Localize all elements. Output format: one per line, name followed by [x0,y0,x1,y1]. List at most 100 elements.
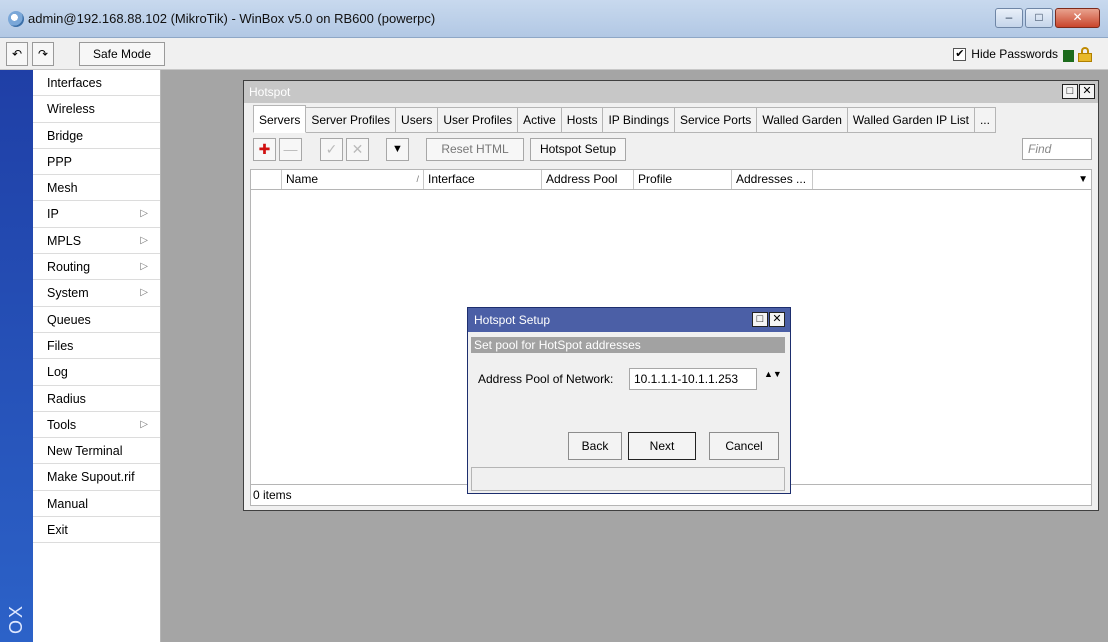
hotspot-titlebar[interactable]: Hotspot □ ✕ [244,81,1098,103]
menu-item-label: System [47,286,89,301]
close-icon: ✕ [772,313,782,325]
back-button[interactable]: Back [568,432,622,460]
lock-icon [1078,47,1092,62]
cross-icon: ✕ [351,141,364,157]
menu-item-label: New Terminal [47,444,123,459]
address-pool-input[interactable]: 10.1.1.1-10.1.1.253 [629,368,757,390]
table-header: Name / Interface Address Pool Profile Ad… [251,170,1091,190]
menu-item-ip[interactable]: IP ▷ [33,201,160,228]
column-header-name[interactable]: Name / [282,170,424,189]
hotspot-tabs: Servers Server Profiles Users User Profiles… [253,105,996,133]
menu-item-queues[interactable]: Queues [33,307,160,333]
hotspot-close-button[interactable]: ✕ [1079,84,1095,99]
dialog-close-button[interactable]: ✕ [769,312,785,327]
hide-passwords-toggle[interactable]: ✔ Hide Passwords [953,47,1058,61]
column-header-name-label: Name [286,172,319,186]
minimize-icon: – [1005,10,1013,24]
minus-icon: — [283,141,298,157]
menu-item-bridge[interactable]: Bridge [33,123,160,149]
menu-item-label: Exit [47,523,68,538]
redo-icon: ↷ [37,47,49,61]
tab-server-profiles[interactable]: Server Profiles [306,107,397,133]
tab-servers[interactable]: Servers [253,105,307,133]
window-title: admin@192.168.88.102 (MikroTik) - WinBox… [28,11,436,26]
menu-item-interfaces[interactable]: Interfaces [33,70,160,97]
tab-ip-bindings[interactable]: IP Bindings [603,107,675,133]
menu-item-ppp[interactable]: PPP [33,149,160,176]
hide-passwords-checkbox[interactable]: ✔ [953,47,967,61]
maximize-button[interactable]: □ [1025,8,1053,28]
maximize-icon: □ [756,313,764,325]
disable-button[interactable]: ✕ [346,138,369,161]
hotspot-toolbar: ✚ — ✓ ✕ ▼ Reset HTML Hotspot Setup Find [250,138,1092,164]
tab-walled-garden[interactable]: Walled Garden [757,107,848,133]
menu-item-label: Bridge [47,128,84,143]
close-button[interactable]: ✕ [1055,8,1100,28]
menu-item-manual[interactable]: Manual [33,491,160,518]
dialog-step-header: Set pool for HotSpot addresses [471,337,785,353]
tab-active[interactable]: Active [518,107,562,133]
add-button[interactable]: ✚ [253,138,276,161]
winbox-app-icon [8,11,24,27]
submenu-arrow-icon: ▷ [140,418,148,430]
address-pool-label: Address Pool of Network: [478,372,614,386]
hotspot-setup-button[interactable]: Hotspot Setup [530,138,626,161]
side-menu: Interfaces Wireless Bridge PPP Mesh IP ▷ MPLS ▷ R… [33,70,161,642]
enable-button[interactable]: ✓ [320,138,343,161]
hotspot-maximize-button[interactable]: □ [1062,84,1078,99]
tab-service-ports[interactable]: Service Ports [674,107,758,133]
undo-button[interactable]: ↶ [6,42,28,66]
menu-item-label: Make Supout.rif [47,470,135,485]
tab-more[interactable]: ... [974,107,996,133]
menu-item-routing[interactable]: Routing ▷ [33,254,160,281]
maximize-icon: □ [1066,85,1074,97]
next-button[interactable]: Next [628,432,696,460]
column-header-profile[interactable]: Profile [634,170,732,189]
dialog-maximize-button[interactable]: □ [752,312,768,327]
hotspot-setup-dialog: Hotspot Setup □ ✕ Set pool for HotSpot a… [467,307,791,494]
submenu-arrow-icon: ▷ [140,208,148,220]
menu-item-label: Mesh [47,181,78,196]
dialog-titlebar[interactable]: Hotspot Setup □ ✕ [468,308,790,332]
minimize-button[interactable]: – [995,8,1023,28]
menu-item-files[interactable]: Files [33,333,160,360]
safe-mode-button[interactable]: Safe Mode [79,42,165,66]
menu-item-mesh[interactable]: Mesh [33,175,160,202]
column-header-interface[interactable]: Interface [424,170,542,189]
menu-item-wireless[interactable]: Wireless [33,96,160,123]
column-header-addresses[interactable]: Addresses ... [732,170,813,189]
menu-item-exit[interactable]: Exit [33,517,160,544]
reset-html-button[interactable]: Reset HTML [426,138,524,161]
column-chooser-dropdown-icon[interactable]: ▼ [1078,174,1088,185]
cancel-button[interactable]: Cancel [709,432,779,460]
window-controls: – □ ✕ [995,8,1100,28]
winbox-vertical-strip: OX [0,70,33,642]
menu-item-label: Files [47,338,74,353]
submenu-arrow-icon: ▷ [140,287,148,299]
hide-passwords-label: Hide Passwords [971,47,1058,61]
undo-icon: ↶ [11,47,23,61]
tab-user-profiles[interactable]: User Profiles [438,107,519,133]
menu-item-new-terminal[interactable]: New Terminal [33,438,160,465]
column-header-blank [251,170,282,189]
menu-item-label: Routing [47,260,91,275]
strip-label: OX [6,603,26,634]
menu-item-radius[interactable]: Radius [33,386,160,412]
column-header-address-pool[interactable]: Address Pool [542,170,634,189]
tab-users[interactable]: Users [396,107,439,133]
menu-item-make-supout-rif[interactable]: Make Supout.rif [33,464,160,491]
sort-indicator-icon: / [416,174,419,184]
spinner-arrows-icon[interactable]: ▲▼ [764,370,782,379]
tab-walled-garden-ip-list[interactable]: Walled Garden IP List [847,107,975,133]
menu-item-system[interactable]: System ▷ [33,280,160,307]
menu-item-label: Radius [47,391,86,406]
dialog-status-bar [471,467,785,491]
remove-button[interactable]: — [279,138,302,161]
menu-item-mpls[interactable]: MPLS ▷ [33,228,160,255]
find-input[interactable]: Find [1022,138,1092,160]
menu-item-log[interactable]: Log [33,359,160,386]
redo-button[interactable]: ↷ [32,42,54,66]
menu-item-tools[interactable]: Tools ▷ [33,412,160,439]
filter-button[interactable]: ▼ [386,138,409,161]
tab-hosts[interactable]: Hosts [561,107,604,133]
